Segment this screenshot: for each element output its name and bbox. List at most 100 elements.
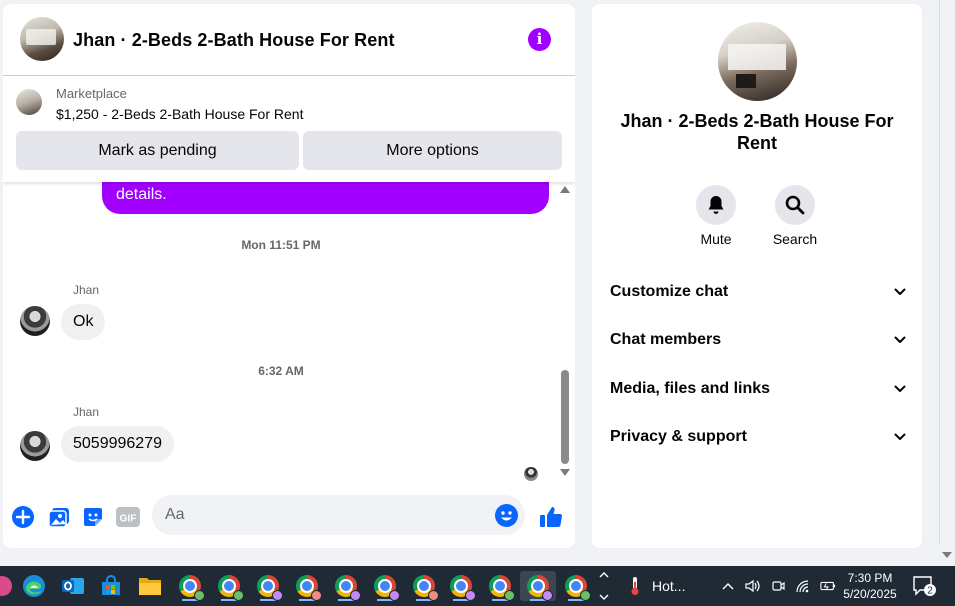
scrollbar-track <box>939 0 940 544</box>
chrome-logo <box>335 575 361 601</box>
outlook-icon[interactable] <box>57 571 89 601</box>
clock-time: 7:30 PM <box>847 571 893 585</box>
weather-label: Hot... <box>652 578 686 594</box>
scroll-down-arrow[interactable] <box>942 552 952 558</box>
message-list: details. Mon 11:51 PM Jhan Ok 6:32 AM Jh… <box>3 162 575 482</box>
chat-header: Jhan · 2-Beds 2-Bath House For Rent i <box>3 4 575 76</box>
profile-badge <box>389 590 400 601</box>
mark-as-pending-button[interactable]: Mark as pending <box>16 131 299 170</box>
battery-icon[interactable] <box>820 578 836 594</box>
listing-thumbnail[interactable] <box>16 89 42 115</box>
chrome-logo <box>413 575 439 601</box>
section-customize-chat[interactable]: Customize chat <box>610 277 906 307</box>
weather-widget[interactable]: Hot... <box>630 566 685 606</box>
timestamp: Mon 11:51 PM <box>241 238 321 252</box>
conversation-title: Jhan · 2-Beds 2-Bath House For Rent <box>620 111 894 153</box>
section-chat-members[interactable]: Chat members <box>610 325 906 355</box>
clock-date: 5/20/2025 <box>843 587 897 601</box>
chrome-logo <box>374 575 400 601</box>
sticker-icon[interactable] <box>81 505 105 529</box>
chevron-down-icon <box>894 336 906 343</box>
chrome-icon[interactable] <box>252 571 284 601</box>
photo-icon[interactable] <box>47 505 71 529</box>
chrome-logo <box>218 575 244 601</box>
chrome-icon[interactable] <box>330 571 362 601</box>
timestamp: 6:32 AM <box>258 364 304 378</box>
listing-title[interactable]: $1,250 - 2-Beds 2-Bath House For Rent <box>56 106 303 122</box>
profile-badge <box>272 590 283 601</box>
chrome-icon-active[interactable] <box>520 571 556 601</box>
search-icon <box>775 185 815 225</box>
sender-name: Jhan <box>73 405 100 419</box>
chat-title[interactable]: Jhan · 2-Beds 2-Bath House For Rent <box>73 30 395 51</box>
chrome-icon[interactable] <box>291 571 323 601</box>
conversation-avatar[interactable] <box>718 22 797 101</box>
section-media-files-links[interactable]: Media, files and links <box>610 374 906 404</box>
emoji-icon[interactable] <box>495 504 518 527</box>
chrome-icon[interactable] <box>445 571 477 601</box>
windows-taskbar: Hot... 7:30 PM 5/20/2025 2 <box>0 566 955 606</box>
scroll-down-arrow[interactable] <box>560 469 570 476</box>
mute-button[interactable]: Mute <box>676 185 756 247</box>
marketplace-listing-card: Marketplace $1,250 - 2-Beds 2-Bath House… <box>3 76 575 182</box>
chevron-down-icon <box>894 385 906 392</box>
notification-center-icon[interactable]: 2 <box>912 575 936 597</box>
chrome-icon[interactable] <box>408 571 440 601</box>
profile-badge <box>311 590 322 601</box>
chrome-icon[interactable] <box>174 571 206 601</box>
bell-icon <box>696 185 736 225</box>
chat-avatar[interactable] <box>20 17 64 61</box>
wifi-icon[interactable] <box>795 578 811 594</box>
chrome-logo <box>527 575 553 601</box>
thermometer-icon <box>631 577 639 595</box>
notification-count: 2 <box>927 586 933 597</box>
scrollbar-thumb[interactable] <box>561 370 569 464</box>
like-icon[interactable] <box>539 505 563 529</box>
chrome-logo <box>179 575 205 601</box>
section-label: Privacy & support <box>610 428 747 445</box>
profile-badge <box>428 590 439 601</box>
info-icon[interactable]: i <box>528 28 551 51</box>
chevron-up-icon[interactable] <box>720 578 736 594</box>
system-clock[interactable]: 7:30 PM 5/20/2025 <box>838 570 902 602</box>
scroll-up-arrow[interactable] <box>560 186 570 193</box>
section-label: Media, files and links <box>610 380 771 397</box>
edge-icon[interactable] <box>18 571 50 601</box>
sender-name: Jhan <box>73 283 100 297</box>
message-text: details. <box>116 186 167 203</box>
avatar[interactable] <box>20 431 50 461</box>
chrome-logo <box>489 575 515 601</box>
section-privacy-support[interactable]: Privacy & support <box>610 422 906 452</box>
chrome-logo <box>450 575 476 601</box>
incoming-message-bubble[interactable]: Ok <box>61 304 106 340</box>
search-button[interactable]: Search <box>755 185 835 247</box>
page-scrollbar[interactable] <box>938 0 955 566</box>
more-options-button[interactable]: More options <box>303 131 562 170</box>
chrome-icon[interactable] <box>560 571 592 601</box>
mute-label: Mute <box>700 231 732 247</box>
profile-badge <box>233 590 244 601</box>
chat-panel: Jhan · 2-Beds 2-Bath House For Rent i Ma… <box>3 4 575 548</box>
read-receipt-avatar <box>524 467 538 481</box>
chrome-logo <box>257 575 283 601</box>
store-icon[interactable] <box>95 571 127 601</box>
plus-icon[interactable] <box>11 505 35 529</box>
app-icon[interactable] <box>0 571 18 601</box>
incoming-message-bubble[interactable]: 5059996279 <box>61 426 174 462</box>
chrome-icon[interactable] <box>369 571 401 601</box>
message-input-container <box>152 495 525 535</box>
volume-icon[interactable] <box>745 578 761 594</box>
conversation-details-panel: Jhan · 2-Beds 2-Bath House For Rent Mute… <box>592 4 922 548</box>
profile-badge <box>350 590 361 601</box>
marketplace-label: Marketplace <box>56 86 127 101</box>
chrome-icon[interactable] <box>484 571 516 601</box>
chevron-down-icon <box>894 433 906 440</box>
meet-now-icon[interactable] <box>770 578 786 594</box>
avatar[interactable] <box>20 306 50 336</box>
chevron-down-icon <box>894 288 906 295</box>
file-explorer-icon[interactable] <box>134 571 166 601</box>
gif-icon[interactable]: GIF <box>116 505 140 529</box>
message-input[interactable] <box>165 495 485 535</box>
chrome-icon[interactable] <box>213 571 245 601</box>
taskbar-overflow-arrows[interactable] <box>597 568 611 604</box>
